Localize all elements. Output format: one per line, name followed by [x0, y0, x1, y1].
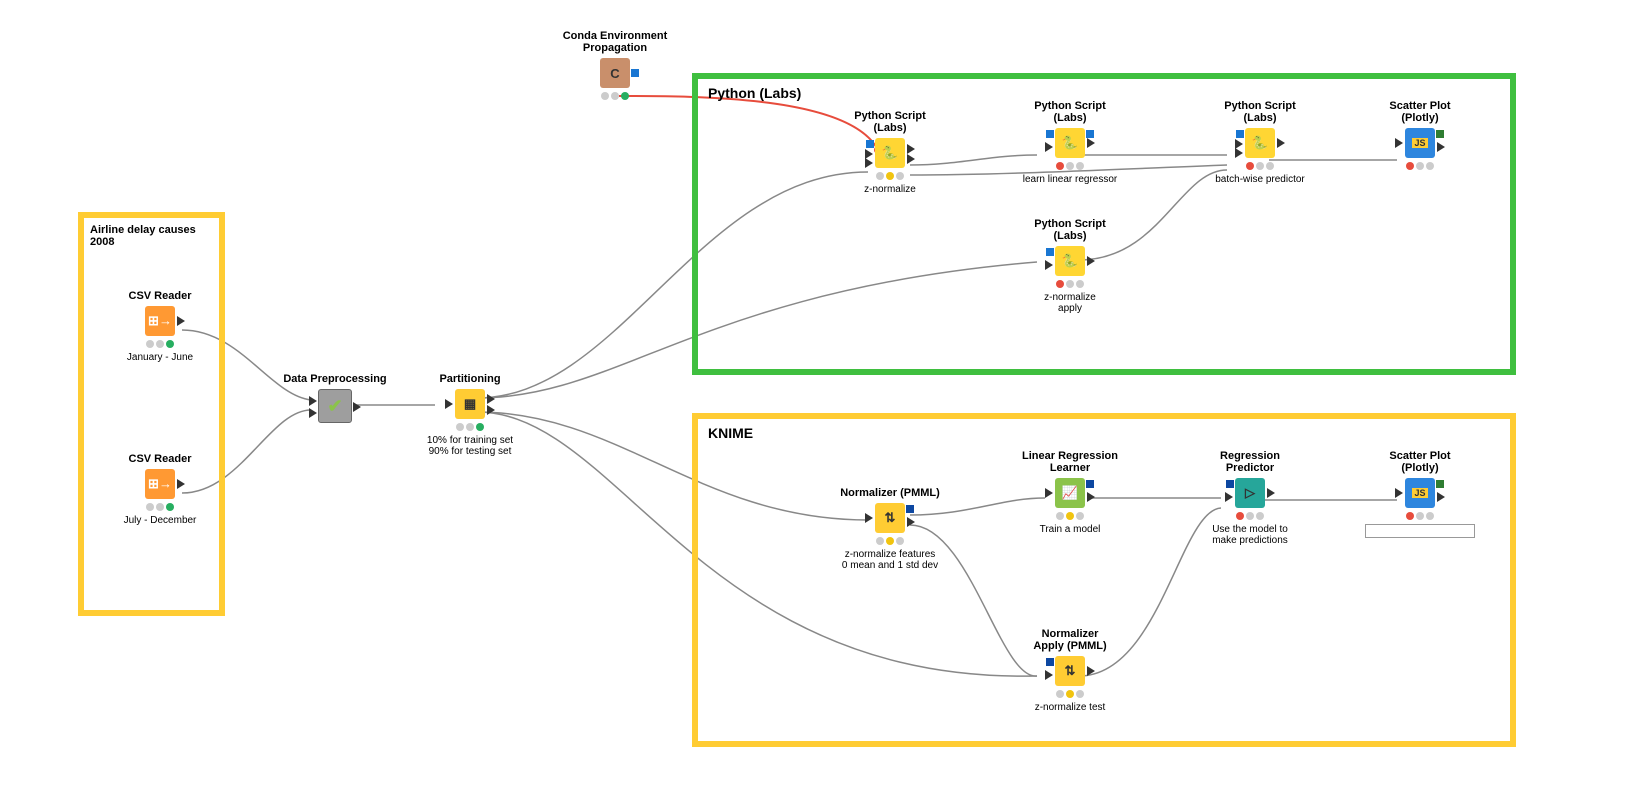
node-title: CSV Reader [110, 453, 210, 465]
scatter-icon: JS [1405, 128, 1435, 158]
linreg-icon: 📈 [1055, 478, 1085, 508]
python-icon: 🐍 [1055, 246, 1085, 276]
node-subtitle: learn linear regressor [1005, 174, 1135, 185]
node-normalizer-apply[interactable]: Normalizer Apply (PMML) ⇅ z-normalize te… [1010, 628, 1130, 713]
traffic-lights [405, 423, 535, 431]
node-conda[interactable]: Conda Environment Propagation C [550, 30, 680, 100]
node-title: Data Preprocessing [275, 373, 395, 385]
node-python-linreg[interactable]: Python Script (Labs) 🐍 learn linear regr… [1005, 100, 1135, 185]
node-subtitle: Use the model to make predictions [1185, 524, 1315, 546]
traffic-lights [1365, 162, 1475, 170]
conda-icon: C [600, 58, 630, 88]
csv-icon: ⊞→ [145, 469, 175, 499]
csv-icon: ⊞→ [145, 306, 175, 336]
node-title: Partitioning [405, 373, 535, 385]
node-csv-reader-1[interactable]: CSV Reader ⊞→ January - June [110, 290, 210, 363]
node-regression-predictor[interactable]: Regression Predictor ▷ Use the model to … [1185, 450, 1315, 546]
normalizer-icon: ⇅ [875, 503, 905, 533]
node-title: Scatter Plot (Plotly) [1365, 450, 1475, 474]
traffic-lights [1005, 280, 1135, 288]
node-title: Python Script (Labs) [1005, 100, 1135, 124]
node-title: Scatter Plot (Plotly) [1365, 100, 1475, 124]
normalizer-icon: ⇅ [1055, 656, 1085, 686]
traffic-lights [1365, 512, 1475, 520]
node-csv-reader-2[interactable]: CSV Reader ⊞→ July - December [110, 453, 210, 526]
traffic-lights [550, 92, 680, 100]
node-title: Regression Predictor [1185, 450, 1315, 474]
traffic-lights [110, 340, 210, 348]
traffic-lights [1195, 162, 1325, 170]
region-python-title: Python (Labs) [708, 85, 801, 101]
region-airline-title: Airline delay causes 2008 [90, 224, 219, 248]
python-icon: 🐍 [875, 138, 905, 168]
node-python-batch[interactable]: Python Script (Labs) 🐍 batch-wise predic… [1195, 100, 1325, 185]
node-subtitle: z-normalize apply [1005, 292, 1135, 314]
node-title: Python Script (Labs) [835, 110, 945, 134]
node-subtitle: 10% for training set 90% for testing set [405, 435, 535, 457]
node-partitioning[interactable]: Partitioning ▦ 10% for training set 90% … [405, 373, 535, 457]
node-title: Linear Regression Learner [1010, 450, 1130, 474]
traffic-lights [110, 503, 210, 511]
traffic-lights [1005, 162, 1135, 170]
partition-icon: ▦ [455, 389, 485, 419]
node-subtitle: Train a model [1010, 524, 1130, 535]
node-data-preprocessing[interactable]: Data Preprocessing ✔ [275, 373, 395, 423]
node-subtitle: z-normalize features 0 mean and 1 std de… [820, 549, 960, 571]
node-subtitle: January - June [110, 352, 210, 363]
node-python-znormalize-apply[interactable]: Python Script (Labs) 🐍 z-normalize apply [1005, 218, 1135, 314]
region-knime-title: KNIME [708, 425, 753, 441]
traffic-lights [1010, 512, 1130, 520]
metanode-icon: ✔ [318, 389, 352, 423]
traffic-lights [835, 172, 945, 180]
node-python-znormalize[interactable]: Python Script (Labs) 🐍 z-normalize [835, 110, 945, 195]
traffic-lights [1010, 690, 1130, 698]
node-title: Python Script (Labs) [1005, 218, 1135, 242]
traffic-lights [1185, 512, 1315, 520]
node-normalizer-pmml[interactable]: Normalizer (PMML) ⇅ z-normalize features… [820, 487, 960, 571]
python-icon: 🐍 [1245, 128, 1275, 158]
regpred-icon: ▷ [1235, 478, 1265, 508]
scatter-icon: JS [1405, 478, 1435, 508]
node-subtitle: July - December [110, 515, 210, 526]
region-airline[interactable]: Airline delay causes 2008 [78, 212, 225, 616]
node-linreg-learner[interactable]: Linear Regression Learner 📈 Train a mode… [1010, 450, 1130, 535]
traffic-lights [820, 537, 960, 545]
workflow-canvas[interactable]: Airline delay causes 2008 Python (Labs) … [0, 0, 1632, 788]
node-title: CSV Reader [110, 290, 210, 302]
empty-annotation[interactable] [1365, 524, 1475, 538]
node-subtitle: batch-wise predictor [1195, 174, 1325, 185]
node-scatter-plot-2[interactable]: Scatter Plot (Plotly) JS [1365, 450, 1475, 538]
node-title: Python Script (Labs) [1195, 100, 1325, 124]
node-subtitle: z-normalize test [1010, 702, 1130, 713]
node-subtitle: z-normalize [835, 184, 945, 195]
node-scatter-plot-1[interactable]: Scatter Plot (Plotly) JS [1365, 100, 1475, 170]
node-title: Normalizer Apply (PMML) [1010, 628, 1130, 652]
python-icon: 🐍 [1055, 128, 1085, 158]
node-conda-title: Conda Environment Propagation [550, 30, 680, 54]
node-title: Normalizer (PMML) [820, 487, 960, 499]
